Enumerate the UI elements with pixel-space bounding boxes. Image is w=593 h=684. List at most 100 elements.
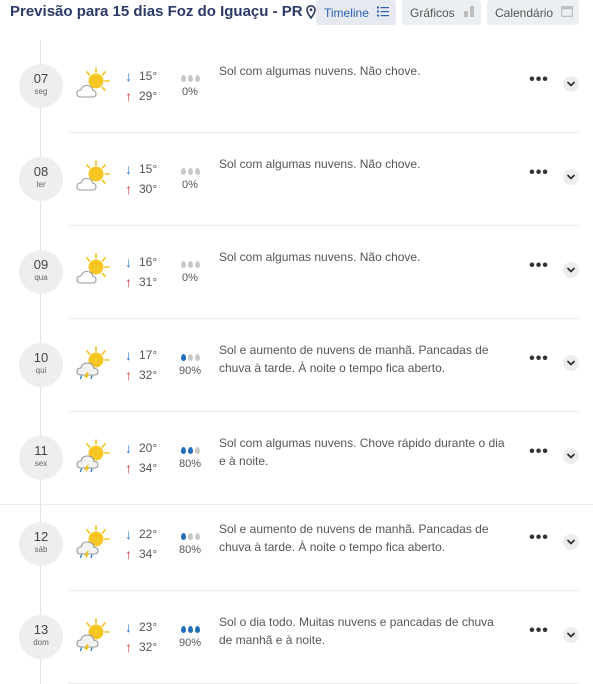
date-badge: 12 sáb [19, 522, 63, 566]
arrow-down-icon: ↓ [125, 254, 132, 270]
forecast-row[interactable]: 13 dom ↓ 23° ↑ 32° 90% Sol o dia todo. Muitas n… [0, 591, 593, 684]
rain-probability: 0% [175, 256, 205, 284]
rain-drop-icon [180, 447, 186, 454]
more-dots-icon[interactable]: ••• [529, 623, 549, 645]
more-dots-icon[interactable]: ••• [529, 444, 549, 466]
rain-drop-icon [180, 75, 186, 82]
arrow-down-icon: ↓ [125, 619, 132, 635]
rain-drops [175, 256, 205, 268]
rain-drop-icon [187, 626, 193, 633]
calendar-icon [561, 5, 573, 20]
date-weekday: qua [34, 273, 48, 282]
chevron-down-icon[interactable] [563, 262, 579, 278]
min-temp: 15° [139, 162, 158, 176]
chevron-down-icon[interactable] [563, 76, 579, 92]
sun-storm-icon [75, 617, 111, 653]
tab-graficos[interactable]: Gráficos [402, 0, 481, 25]
temperature-range: ↓ 22° ↑ 34° [125, 524, 169, 564]
chevron-down-icon[interactable] [563, 169, 579, 185]
date-weekday: dom [33, 638, 49, 647]
forecast-row[interactable]: 09 qua ↓ 16° ↑ 31° 0% Sol com algumas nuvens. N… [0, 226, 593, 319]
rain-drop-icon [194, 75, 200, 82]
min-temp: 22° [139, 527, 158, 541]
temperature-range: ↓ 15° ↑ 29° [125, 66, 169, 106]
rain-probability: 0% [175, 70, 205, 98]
rain-drop-icon [187, 533, 193, 540]
min-temp: 20° [139, 441, 158, 455]
rain-drops [175, 621, 205, 633]
temperature-range: ↓ 16° ↑ 31° [125, 252, 169, 292]
forecast-row[interactable]: 12 sáb ↓ 22° ↑ 34° 80% Sol e aumento de nuvens … [0, 498, 593, 591]
chevron-down-icon[interactable] [563, 448, 579, 464]
date-badge: 08 ter [19, 157, 63, 201]
more-dots-icon[interactable]: ••• [529, 72, 549, 94]
max-temp: 32° [139, 640, 158, 654]
sun-storm-icon [75, 438, 111, 474]
temperature-range: ↓ 17° ↑ 32° [125, 345, 169, 385]
rain-drop-icon [187, 168, 193, 175]
rain-drop-icon [194, 533, 200, 540]
more-dots-icon[interactable]: ••• [529, 351, 549, 373]
sun-cloud-icon [75, 66, 111, 102]
chevron-down-icon[interactable] [563, 627, 579, 643]
date-weekday: sáb [34, 545, 48, 554]
tab-timeline[interactable]: Timeline [316, 0, 396, 25]
chevron-down-icon[interactable] [563, 534, 579, 550]
arrow-up-icon: ↑ [125, 181, 132, 197]
map-pin-icon [305, 4, 316, 19]
sun-cloud-icon [75, 252, 111, 288]
arrow-up-icon: ↑ [125, 639, 132, 655]
rain-drop-icon [194, 261, 200, 268]
forecast-row[interactable]: 08 ter ↓ 15° ↑ 30° 0% Sol com algumas nuvens. N… [0, 133, 593, 226]
forecast-description: Sol com algumas nuvens. Não chove. [219, 157, 421, 171]
tab-calendario-label: Calendário [495, 5, 554, 20]
rain-drops [175, 442, 205, 454]
date-weekday: ter [36, 180, 46, 189]
page-title: Previsão para 15 dias Foz do Iguaçu - PR [10, 3, 316, 20]
list-icon [376, 6, 389, 20]
forecast-description: Sol e aumento de nuvens de manhã. Pancad… [219, 343, 489, 375]
more-dots-icon[interactable]: ••• [529, 530, 549, 552]
max-temp: 34° [139, 461, 158, 475]
temperature-range: ↓ 20° ↑ 34° [125, 438, 169, 478]
date-badge: 09 qua [19, 250, 63, 294]
forecast-description: Sol com algumas nuvens. Não chove. [219, 64, 421, 78]
forecast-row[interactable]: 10 qui ↓ 17° ↑ 32° 90% Sol e aumento de nuvens … [0, 319, 593, 412]
min-temp: 16° [139, 255, 158, 269]
temperature-range: ↓ 15° ↑ 30° [125, 159, 169, 199]
forecast-row[interactable]: 07 seg ↓ 15° ↑ 29° 0% Sol com algumas nuvens. N… [0, 40, 593, 133]
rain-probability: 80% [175, 442, 205, 470]
date-day: 08 [33, 164, 49, 179]
rain-percent: 80% [178, 544, 202, 556]
date-day: 07 [33, 71, 49, 86]
rain-probability: 90% [175, 349, 205, 377]
more-dots-icon[interactable]: ••• [529, 165, 549, 187]
date-weekday: qui [35, 366, 47, 375]
max-temp: 32° [139, 368, 158, 382]
sun-cloud-icon [75, 159, 111, 195]
min-temp: 15° [139, 69, 158, 83]
date-day: 10 [33, 350, 49, 365]
rain-drop-icon [180, 626, 186, 633]
arrow-up-icon: ↑ [125, 546, 132, 562]
page-header: Previsão para 15 dias Foz do Iguaçu - PR… [0, 0, 593, 26]
tab-calendario[interactable]: Calendário [487, 0, 579, 25]
more-dots-icon[interactable]: ••• [529, 258, 549, 280]
rain-drop-icon [194, 354, 200, 361]
arrow-down-icon: ↓ [125, 347, 132, 363]
rain-drop-icon [187, 354, 193, 361]
date-badge: 10 qui [19, 343, 63, 387]
rain-drop-icon [194, 168, 200, 175]
min-temp: 17° [139, 348, 158, 362]
rain-percent: 80% [178, 458, 202, 470]
rain-drop-icon [187, 447, 193, 454]
rain-drop-icon [180, 533, 186, 540]
sun-storm-icon [75, 524, 111, 560]
date-day: 12 [33, 529, 49, 544]
forecast-description: Sol e aumento de nuvens de manhã. Pancad… [219, 522, 489, 554]
min-temp: 23° [139, 620, 158, 634]
forecast-row[interactable]: 11 sex ↓ 20° ↑ 34° 80% Sol com algumas nuvens. … [0, 412, 593, 505]
forecast-description: Sol com algumas nuvens. Chove rápido dur… [219, 436, 505, 468]
chevron-down-icon[interactable] [563, 355, 579, 371]
date-day: 09 [33, 257, 49, 272]
